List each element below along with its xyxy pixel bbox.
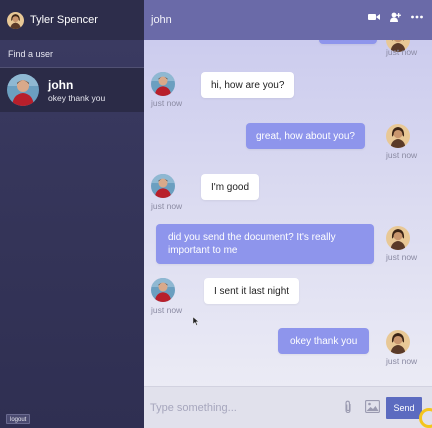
message-bubble <box>319 40 377 44</box>
message-bubble: I'm good <box>201 174 260 200</box>
message-avatar <box>386 226 410 250</box>
current-user-avatar <box>7 12 24 29</box>
current-user-name: Tyler Spencer <box>30 14 98 26</box>
contact-name: john <box>48 77 74 92</box>
mouse-cursor-icon <box>192 313 200 331</box>
message-bubble: great, how about you? <box>246 123 365 149</box>
contact-last-message: okey thank you <box>48 92 106 103</box>
more-icon[interactable] <box>411 12 423 22</box>
add-user-icon[interactable] <box>390 12 401 22</box>
send-button[interactable]: Send <box>386 397 422 419</box>
sidebar: Tyler Spencer Find a user john okey than… <box>0 0 144 428</box>
message-avatar <box>386 124 410 148</box>
message-composer: Send <box>144 386 432 428</box>
message-bubble: okey thank you <box>278 328 370 354</box>
video-camera-icon[interactable] <box>368 12 380 22</box>
message-time: just now <box>386 47 418 57</box>
message-bubble: I sent it last night <box>204 278 300 304</box>
message-time: just now <box>151 201 183 211</box>
recording-indicator <box>419 408 432 428</box>
message-time: just now <box>386 150 418 160</box>
message-avatar <box>386 330 410 354</box>
paperclip-icon[interactable] <box>343 400 353 419</box>
chat-title: john <box>151 14 172 26</box>
message-time: just now <box>386 252 418 262</box>
message-time: just now <box>151 98 183 108</box>
chat-header: john <box>144 0 432 40</box>
contact-item-john[interactable]: john okey thank you <box>0 68 144 112</box>
message-avatar <box>151 72 175 96</box>
message-input[interactable] <box>150 397 330 419</box>
message-list[interactable]: just now just now hi, how are you? great… <box>144 40 432 386</box>
logout-button[interactable]: logout <box>6 414 31 424</box>
message-bubble: did you send the document? It's really i… <box>156 224 374 264</box>
find-user-input[interactable]: Find a user <box>0 40 144 68</box>
message-avatar <box>151 174 175 198</box>
image-icon[interactable] <box>365 400 380 418</box>
message-avatar <box>151 278 175 302</box>
sidebar-header: Tyler Spencer <box>0 0 144 40</box>
message-bubble: hi, how are you? <box>201 72 295 98</box>
message-time: just now <box>386 356 418 366</box>
message-time: just now <box>151 305 183 315</box>
contact-avatar <box>7 74 39 106</box>
